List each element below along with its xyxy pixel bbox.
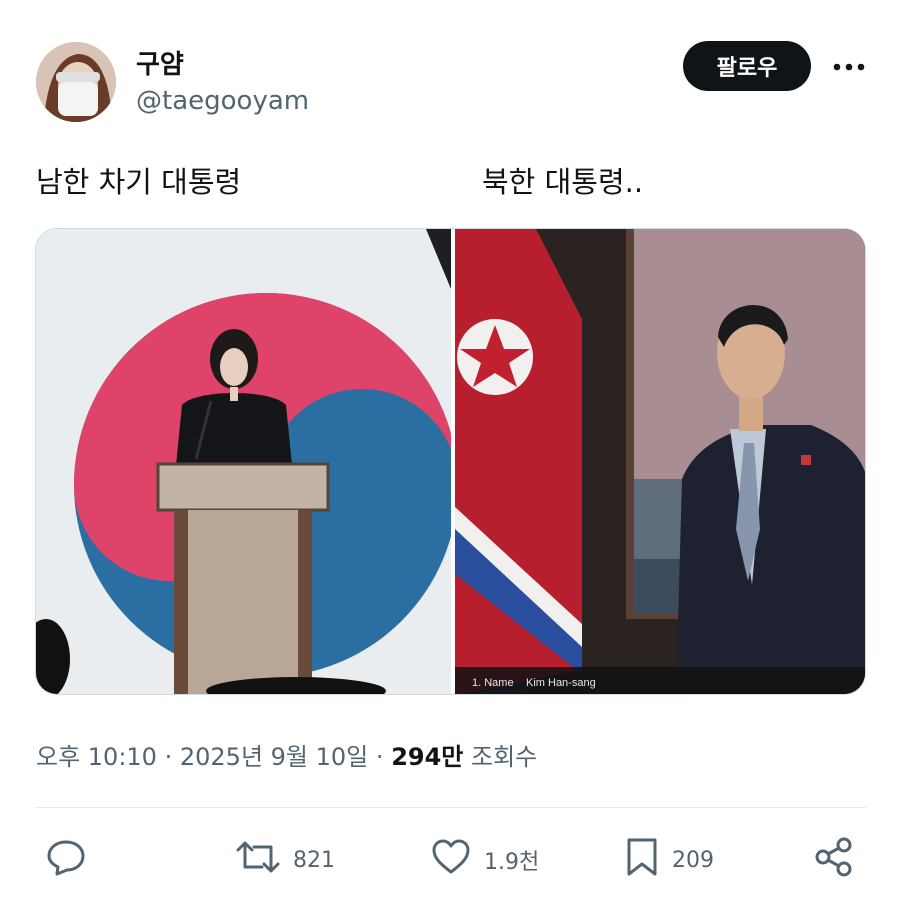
bookmark-icon xyxy=(624,836,660,884)
image-right[interactable]: 1. Name Kim Han-sang xyxy=(455,229,866,695)
tweet-text-right: 북한 대통령.. xyxy=(482,165,644,199)
user-handle[interactable]: @taegooyam xyxy=(136,86,309,116)
reply-button[interactable] xyxy=(45,838,99,882)
share-button[interactable] xyxy=(813,836,855,884)
bookmark-count: 209 xyxy=(672,847,714,873)
more-icon[interactable] xyxy=(832,54,866,80)
tweet-text-left: 남한 차기 대통령 xyxy=(36,165,242,199)
retweet-icon xyxy=(235,837,281,883)
caption-name-value: Kim Han-sang xyxy=(526,677,596,689)
like-button[interactable]: 1.9천 xyxy=(430,838,539,882)
like-icon xyxy=(430,837,472,883)
meta-separator: · xyxy=(164,743,173,771)
meta-separator: · xyxy=(375,743,384,771)
image-left[interactable] xyxy=(36,229,466,695)
avatar[interactable] xyxy=(36,42,116,122)
share-icon xyxy=(813,836,855,884)
follow-button[interactable]: 팔로우 xyxy=(683,41,811,91)
retweet-count: 821 xyxy=(293,847,335,873)
views-label: 조회수 xyxy=(471,743,538,771)
tweet-meta: 오후 10:10 · 2025년 9월 10일 · 294만 조회수 xyxy=(36,737,537,772)
like-count: 1.9천 xyxy=(484,850,540,875)
display-name[interactable]: 구얌 xyxy=(136,44,184,81)
bookmark-button[interactable]: 209 xyxy=(624,838,714,882)
caption-name-label: 1. Name xyxy=(472,677,514,689)
tweet-time[interactable]: 오후 10:10 xyxy=(36,743,157,771)
reply-icon xyxy=(45,837,87,883)
views-count: 294만 xyxy=(391,743,464,771)
divider xyxy=(35,807,866,808)
tweet-media[interactable]: 1. Name Kim Han-sang xyxy=(35,228,866,695)
retweet-button[interactable]: 821 xyxy=(235,838,335,882)
tweet-date[interactable]: 2025년 9월 10일 xyxy=(180,743,368,771)
